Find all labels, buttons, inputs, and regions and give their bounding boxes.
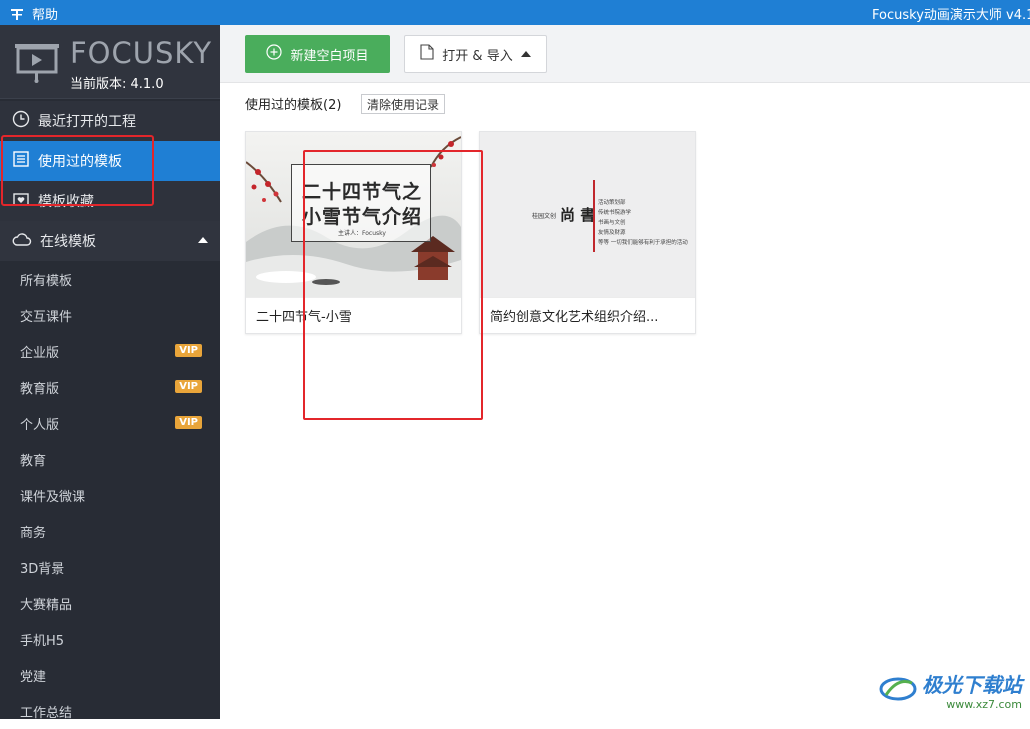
template-name: 简约创意文化艺术组织介绍...: [480, 297, 695, 333]
section-title: 使用过的模板(2): [245, 98, 342, 113]
online-template-categories: 所有模板 交互课件 企业版 VIP 教育版 VIP 个人版 VIP 教育 课件及微课 …: [0, 261, 220, 729]
version-label: 当前版本: 4.1.0: [70, 77, 164, 92]
category-item[interactable]: 手机H5: [0, 621, 220, 657]
nav-online-label: 在线模板: [40, 234, 96, 250]
category-item[interactable]: 党建: [0, 657, 220, 693]
category-item[interactable]: 个人版 VIP: [0, 405, 220, 441]
logo-text: FOCUSKY: [70, 36, 213, 70]
template-thumbnail[interactable]: 桂园文创 尚 書 活动策划部 传统书院游学 书画与文创 友情及财源 等等 一切我…: [480, 132, 695, 297]
thumb-red-divider: [593, 180, 595, 252]
watermark: 极光下载站 www.xz7.com: [878, 669, 1022, 711]
highlight-annotation-box: [303, 150, 483, 420]
watermark-logo-icon: [878, 673, 918, 707]
vip-badge: VIP: [175, 344, 202, 357]
app-title: Focusky动画演示大师 v4.1: [872, 8, 1030, 23]
open-button-label: 打开 & 导入: [442, 48, 513, 64]
open-import-button[interactable]: 打开 & 导入: [404, 35, 547, 73]
help-icon: [10, 7, 24, 21]
category-item[interactable]: 3D背景: [0, 549, 220, 585]
category-item[interactable]: 商务: [0, 513, 220, 549]
thumb-small-title: 桂园文创: [532, 213, 557, 220]
vip-badge: VIP: [175, 380, 202, 393]
template-card[interactable]: 桂园文创 尚 書 活动策划部 传统书院游学 书画与文创 友情及财源 等等 一切我…: [479, 131, 696, 334]
category-item[interactable]: 大赛精品: [0, 585, 220, 621]
thumb-big-title: 尚 書: [560, 206, 596, 224]
watermark-url: www.xz7.com: [946, 698, 1022, 711]
clear-history-button[interactable]: 清除使用记录: [361, 94, 446, 114]
new-blank-project-button[interactable]: 新建空白项目: [245, 35, 390, 73]
category-item[interactable]: 工作总结: [0, 693, 220, 729]
dropdown-arrow-icon: [520, 51, 531, 57]
document-icon: [420, 44, 434, 64]
nav-online-templates[interactable]: 在线模板: [0, 221, 220, 261]
nav-recent-label: 最近打开的工程: [38, 114, 136, 130]
category-item[interactable]: 交互课件: [0, 297, 220, 333]
clock-icon: [12, 110, 30, 132]
title-bar: 帮助 Focusky动画演示大师 v4.1: [0, 0, 1030, 25]
plus-circle-icon: [266, 44, 283, 64]
thumb-text-lines: 活动策划部 传统书院游学 书画与文创 友情及财源 等等 一切我们能够有利于承担的…: [598, 200, 688, 246]
category-item[interactable]: 企业版 VIP: [0, 333, 220, 369]
help-label: 帮助: [32, 8, 59, 23]
category-item[interactable]: 教育: [0, 441, 220, 477]
new-button-label: 新建空白项目: [290, 48, 369, 64]
vip-badge: VIP: [175, 416, 202, 429]
collapse-caret-icon[interactable]: [198, 237, 208, 243]
main-panel: 新建空白项目 打开 & 导入 使用过的模板(2) 清除使用记录 二十四节气之 小…: [220, 25, 1030, 719]
category-item[interactable]: 所有模板: [0, 261, 220, 297]
help-menu[interactable]: 帮助: [10, 4, 58, 23]
highlight-annotation-box: [1, 135, 154, 206]
category-item[interactable]: 教育版 VIP: [0, 369, 220, 405]
watermark-brand: 极光下载站: [922, 673, 1022, 697]
logo-area: FOCUSKY 当前版本: 4.1.0: [0, 25, 220, 99]
projector-logo-icon: [14, 43, 60, 87]
cloud-icon: [12, 231, 32, 251]
sidebar: FOCUSKY 当前版本: 4.1.0 最近打开的工程 使用过的模板 模板收藏 …: [0, 25, 220, 721]
category-item[interactable]: 课件及微课: [0, 477, 220, 513]
toolbar: 新建空白项目 打开 & 导入: [220, 25, 1030, 83]
